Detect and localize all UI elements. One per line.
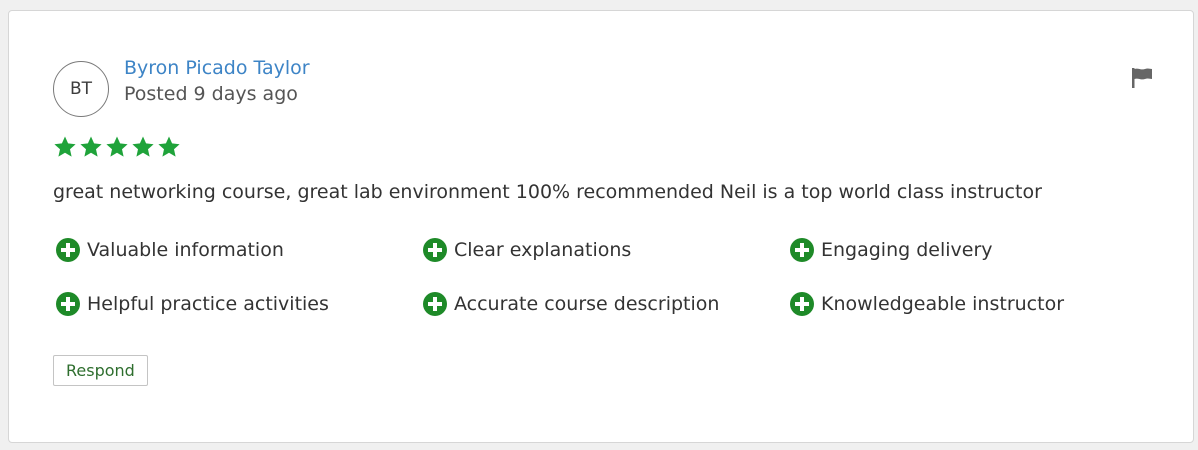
tag-clear-explanations: Clear explanations xyxy=(422,237,631,263)
tag-label: Knowledgeable instructor xyxy=(821,293,1065,315)
tag-label: Valuable information xyxy=(87,239,284,261)
tag-valuable-information: Valuable information xyxy=(55,237,284,263)
star-icon xyxy=(158,136,180,157)
star-rating xyxy=(53,135,181,159)
posted-time: Posted 9 days ago xyxy=(124,83,298,105)
plus-circle-icon xyxy=(790,292,814,316)
tag-label: Engaging delivery xyxy=(821,239,993,261)
tag-helpful-practice-activities: Helpful practice activities xyxy=(55,291,329,317)
plus-circle-icon xyxy=(423,238,447,262)
plus-circle-icon xyxy=(56,292,80,316)
review-card: BT Byron Picado Taylor Posted 9 days ago… xyxy=(8,10,1194,443)
tag-knowledgeable-instructor: Knowledgeable instructor xyxy=(789,291,1064,317)
plus-circle-icon xyxy=(56,238,80,262)
respond-button[interactable]: Respond xyxy=(53,355,148,386)
star-icon xyxy=(80,136,102,157)
tag-accurate-course-description: Accurate course description xyxy=(422,291,719,317)
avatar-initials: BT xyxy=(69,79,93,99)
star-icon xyxy=(106,136,128,157)
tag-label: Clear explanations xyxy=(454,239,632,261)
plus-circle-icon xyxy=(423,292,447,316)
author-name-link[interactable]: Byron Picado Taylor xyxy=(124,57,310,79)
review-comment: great networking course, great lab envir… xyxy=(53,181,1042,203)
tag-label: Helpful practice activities xyxy=(87,293,329,315)
avatar: BT xyxy=(53,61,109,117)
plus-circle-icon xyxy=(790,238,814,262)
star-icon xyxy=(54,136,76,157)
star-icon xyxy=(132,136,154,157)
flag-icon[interactable] xyxy=(1129,66,1155,90)
tag-label: Accurate course description xyxy=(454,293,720,315)
tag-engaging-delivery: Engaging delivery xyxy=(789,237,993,263)
